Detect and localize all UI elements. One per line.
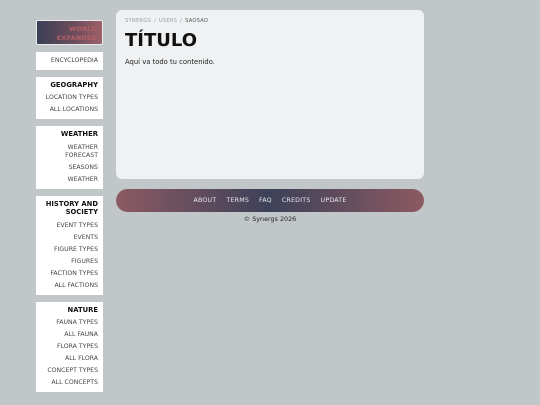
geography-section: GEOGRAPHY LOCATION TYPES ALL LOCATIONS xyxy=(36,77,103,120)
footer-credits-link[interactable]: CREDITS xyxy=(282,197,311,204)
nav-seasons[interactable]: SEASONS xyxy=(39,162,98,174)
page-content: Aquí va todo tu contenido. xyxy=(125,58,215,66)
encyclopedia-link[interactable]: ENCYCLOPEDIA xyxy=(41,55,98,67)
brand-line-1: WORLD xyxy=(69,25,97,33)
nav-figures[interactable]: FIGURES xyxy=(39,256,98,268)
history-section: HISTORY AND SOCIETY EVENT TYPES EVENTS F… xyxy=(36,195,103,295)
geography-title: GEOGRAPHY xyxy=(50,81,98,89)
breadcrumb-current: SAOSAO xyxy=(185,18,209,24)
nav-all-fauna[interactable]: ALL FAUNA xyxy=(39,329,98,341)
nav-weather[interactable]: WEATHER xyxy=(39,174,98,186)
nav-all-concepts[interactable]: ALL CONCEPTS xyxy=(39,377,98,389)
footer-update-link[interactable]: UPDATE xyxy=(321,197,347,204)
nav-all-factions[interactable]: ALL FACTIONS xyxy=(39,280,98,292)
footer-about-link[interactable]: ABOUT xyxy=(193,197,216,204)
breadcrumb: SYNERGS / USERS / SAOSAO xyxy=(125,18,415,24)
nav-fauna-types[interactable]: FAUNA TYPES xyxy=(39,317,98,329)
nav-events[interactable]: EVENTS xyxy=(39,232,98,244)
breadcrumb-users[interactable]: USERS xyxy=(159,18,177,24)
nature-section: NATURE FAUNA TYPES ALL FAUNA FLORA TYPES… xyxy=(36,301,103,393)
history-title: HISTORY AND SOCIETY xyxy=(45,199,98,217)
copyright: © Synergs 2026 xyxy=(243,215,297,223)
nav-event-types[interactable]: EVENT TYPES xyxy=(39,220,98,232)
footer-terms-link[interactable]: TERMS xyxy=(226,197,249,204)
nav-location-types[interactable]: LOCATION TYPES xyxy=(39,92,98,104)
nav-figure-types[interactable]: FIGURE TYPES xyxy=(39,244,98,256)
sidebar: WORLD EXPANDED ENCYCLOPEDIA GEOGRAPHY LO… xyxy=(36,20,103,393)
brand-line-2: EXPANDED xyxy=(56,33,97,42)
nav-all-flora[interactable]: ALL FLORA xyxy=(39,353,98,365)
brand-logo[interactable]: WORLD EXPANDED xyxy=(36,20,103,45)
footer-nav: ABOUT TERMS FAQ CREDITS UPDATE xyxy=(116,189,424,212)
nav-concept-types[interactable]: CONCEPT TYPES xyxy=(39,365,98,377)
weather-title: WEATHER xyxy=(60,130,98,139)
breadcrumb-separator: / xyxy=(180,18,183,24)
encyclopedia-box: ENCYCLOPEDIA xyxy=(36,52,103,70)
breadcrumb-synergs[interactable]: SYNERGS xyxy=(125,18,151,24)
main-content-card: SYNERGS / USERS / SAOSAO TÍTULO Aquí va todo… xyxy=(116,10,424,179)
nav-flora-types[interactable]: FLORA TYPES xyxy=(39,341,98,353)
nav-faction-types[interactable]: FACTION TYPES xyxy=(39,268,98,280)
weather-section: WEATHER WEATHER FORECAST SEASONS WEATHER xyxy=(36,126,103,189)
page-title: TÍTULO xyxy=(125,30,197,51)
nav-all-locations[interactable]: ALL LOCATIONS xyxy=(39,104,98,116)
breadcrumb-separator: / xyxy=(153,18,156,24)
nav-weather-forecast[interactable]: WEATHER FORECAST xyxy=(39,142,98,162)
footer-faq-link[interactable]: FAQ xyxy=(259,197,272,204)
nature-title: NATURE xyxy=(67,305,98,314)
